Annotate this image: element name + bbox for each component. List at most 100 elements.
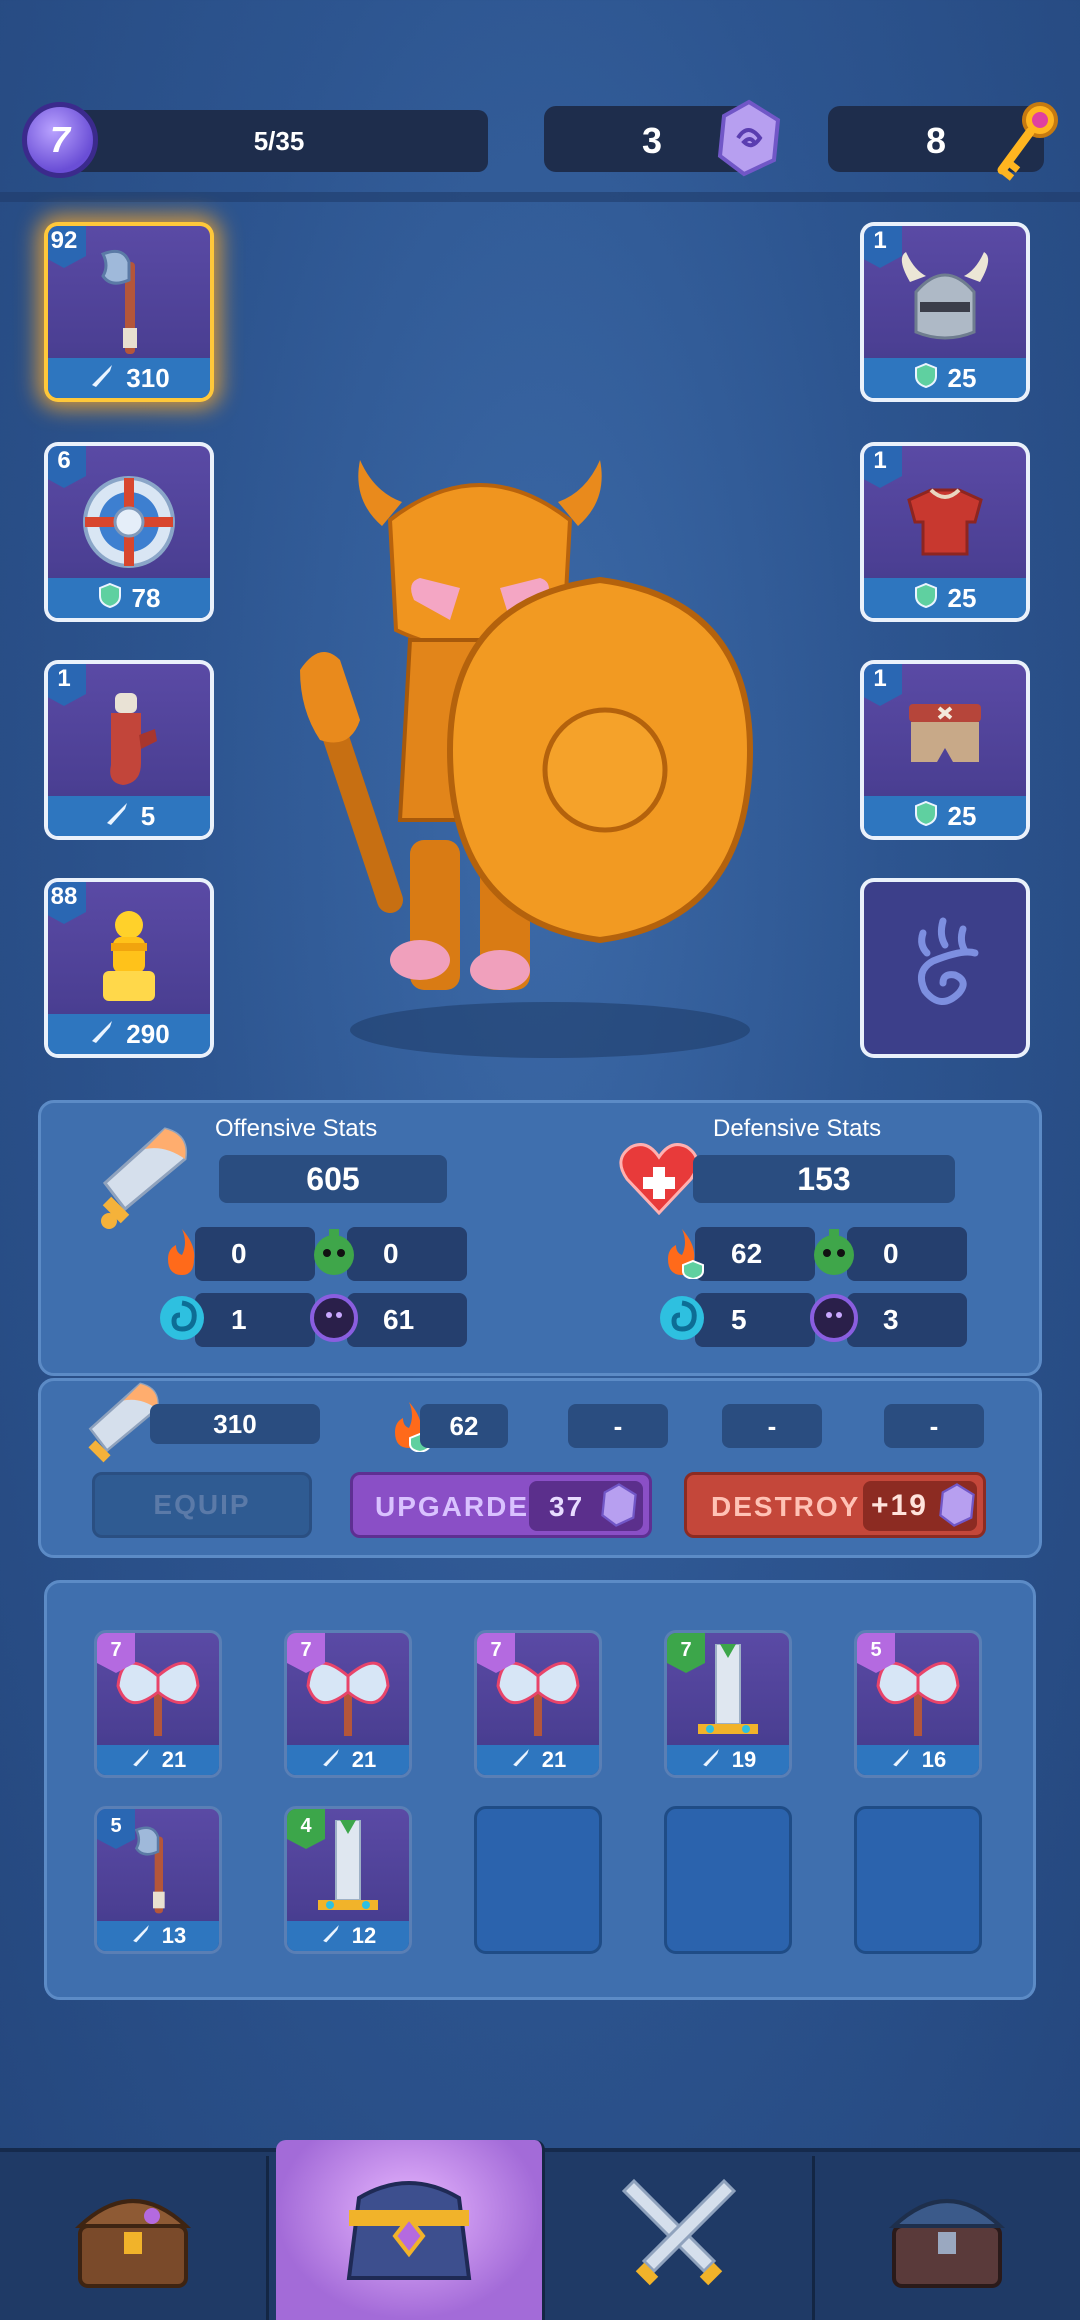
equip-slot-offhand[interactable]: 6 78 bbox=[44, 442, 214, 622]
gem-icon bbox=[937, 1481, 977, 1536]
vortex-icon bbox=[155, 1291, 209, 1345]
shield-icon bbox=[914, 800, 938, 833]
shield-icon bbox=[98, 582, 122, 615]
offense-poison-value: 0 bbox=[347, 1227, 467, 1281]
health-heart-icon bbox=[619, 1143, 699, 1220]
hero-shield bbox=[446, 576, 754, 944]
bottom-nav bbox=[0, 2140, 1080, 2320]
detail-slot-3: - bbox=[568, 1404, 668, 1448]
detail-fire-value: 62 bbox=[420, 1404, 508, 1448]
sword-icon bbox=[320, 1922, 342, 1950]
offensive-total: 605 bbox=[219, 1155, 447, 1203]
item-attack-value: 290 bbox=[48, 1014, 210, 1054]
upgrade-cost: 37 bbox=[549, 1491, 585, 1522]
shield-icon bbox=[914, 582, 938, 615]
equip-slot-pet[interactable] bbox=[860, 878, 1030, 1058]
nav-shop[interactable] bbox=[0, 2156, 269, 2320]
item-attack-value: 21 bbox=[477, 1745, 599, 1775]
sword-icon bbox=[103, 799, 131, 834]
player-level-badge[interactable]: 7 bbox=[22, 102, 98, 178]
gems-count: 3 bbox=[642, 120, 663, 161]
equip-slot-legs[interactable]: 1 25 bbox=[860, 660, 1030, 840]
sword-icon bbox=[320, 1746, 342, 1774]
inventory-bag-icon bbox=[339, 2158, 479, 2303]
dark-orb-icon bbox=[307, 1291, 361, 1345]
equip-slot-armor[interactable]: 1 25 bbox=[860, 442, 1030, 622]
item-attack-value: 13 bbox=[97, 1921, 219, 1951]
item-attack-value: 310 bbox=[48, 358, 210, 398]
sword-icon bbox=[130, 1746, 152, 1774]
sword-icon bbox=[510, 1746, 532, 1774]
item-defense-value: 78 bbox=[48, 578, 210, 618]
item-attack-value: 19 bbox=[667, 1745, 789, 1775]
inventory-item[interactable]: 7 19 bbox=[664, 1630, 792, 1778]
paw-icon bbox=[864, 882, 1026, 1054]
destroy-reward: +19 bbox=[871, 1489, 928, 1522]
equip-slot-weapon[interactable]: 92 310 bbox=[44, 222, 214, 402]
nav-battle[interactable] bbox=[546, 2156, 815, 2320]
gems-counter[interactable]: 3 bbox=[544, 99, 781, 177]
nav-chest[interactable] bbox=[814, 2156, 1080, 2320]
inventory-item[interactable]: 4 12 bbox=[284, 1806, 412, 1954]
crossed-swords-icon bbox=[614, 2171, 744, 2306]
poison-resist-icon bbox=[807, 1225, 861, 1279]
item-attack-value: 21 bbox=[97, 1745, 219, 1775]
offensive-stats-title: Offensive Stats bbox=[215, 1115, 378, 1142]
inventory-item[interactable]: 5 16 bbox=[854, 1630, 982, 1778]
shield-icon bbox=[914, 362, 938, 395]
hero-character bbox=[300, 460, 780, 1060]
destroy-label: DESTROY bbox=[711, 1491, 861, 1522]
offense-frost-value: 1 bbox=[195, 1293, 315, 1347]
defensive-total: 153 bbox=[693, 1155, 955, 1203]
offense-fire-value: 0 bbox=[195, 1227, 315, 1281]
keys-counter[interactable]: 8 bbox=[828, 102, 1058, 181]
defensive-stats-title: Defensive Stats bbox=[713, 1115, 882, 1142]
inventory-empty-slot[interactable] bbox=[474, 1806, 602, 1954]
inventory-empty-slot[interactable] bbox=[664, 1806, 792, 1954]
key-icon bbox=[988, 98, 1064, 189]
inventory-item[interactable]: 7 21 bbox=[474, 1630, 602, 1778]
gem-icon bbox=[714, 98, 784, 183]
detail-slot-5: - bbox=[884, 1404, 984, 1448]
item-attack-value: 12 bbox=[287, 1921, 409, 1951]
equip-slot-gloves[interactable]: 1 5 bbox=[44, 660, 214, 840]
inventory-item[interactable]: 7 21 bbox=[284, 1630, 412, 1778]
upgrade-button[interactable]: UPGARDE 37 bbox=[350, 1472, 652, 1538]
detail-slot-4: - bbox=[722, 1404, 822, 1448]
defense-poison-value: 0 bbox=[847, 1227, 967, 1281]
gem-icon bbox=[599, 1481, 639, 1536]
vortex-resist-icon bbox=[655, 1291, 709, 1345]
item-defense-value: 25 bbox=[864, 358, 1026, 398]
sword-icon bbox=[130, 1922, 152, 1950]
attack-sword-icon bbox=[95, 1123, 191, 1234]
hero-axe bbox=[300, 652, 403, 913]
treasure-chest-icon bbox=[68, 2176, 198, 2301]
inventory-item[interactable]: 7 21 bbox=[94, 1630, 222, 1778]
equip-slot-helmet[interactable]: 1 25 bbox=[860, 222, 1030, 402]
inventory-item[interactable]: 5 13 bbox=[94, 1806, 222, 1954]
item-attack-value: 21 bbox=[287, 1745, 409, 1775]
nav-inventory[interactable] bbox=[276, 2140, 545, 2320]
equip-slot-trinket[interactable]: 88 290 bbox=[44, 878, 214, 1058]
destroy-button[interactable]: DESTROY +19 bbox=[684, 1472, 986, 1538]
sword-icon bbox=[88, 361, 116, 396]
upgrade-label: UPGARDE bbox=[375, 1491, 530, 1522]
dark-resist-icon bbox=[807, 1291, 861, 1345]
poison-icon bbox=[307, 1225, 361, 1279]
inventory-empty-slot[interactable] bbox=[854, 1806, 982, 1954]
equip-button[interactable]: EQUIP bbox=[92, 1472, 312, 1538]
locked-chest-icon bbox=[882, 2176, 1012, 2301]
defense-frost-value: 5 bbox=[695, 1293, 815, 1347]
item-attack-value: 16 bbox=[857, 1745, 979, 1775]
fire-icon bbox=[155, 1225, 209, 1279]
defense-fire-value: 62 bbox=[695, 1227, 815, 1281]
sword-icon bbox=[700, 1746, 722, 1774]
player-level: 7 bbox=[49, 119, 71, 160]
top-bar: 7 5/35 3 8 bbox=[0, 0, 1080, 190]
detail-attack-value: 310 bbox=[150, 1404, 320, 1444]
item-defense-value: 25 bbox=[864, 578, 1026, 618]
item-attack-value: 5 bbox=[48, 796, 210, 836]
xp-progress-bar: 5/35 bbox=[70, 110, 488, 172]
sword-icon bbox=[88, 1017, 116, 1052]
top-divider bbox=[0, 192, 1080, 202]
